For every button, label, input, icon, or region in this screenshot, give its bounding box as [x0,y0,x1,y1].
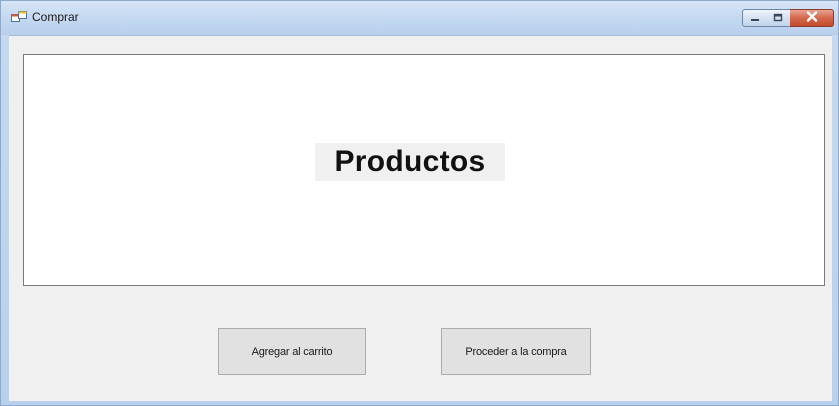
checkout-button[interactable]: Proceder a la compra [441,328,591,375]
minimize-button[interactable] [742,9,767,27]
products-heading: Productos [315,143,505,181]
app-window: Comprar Productos Agregar al carrito Pro… [0,0,839,406]
title-bar[interactable]: Comprar [1,1,838,35]
maximize-icon [773,9,783,27]
form-client-area: Productos Agregar al carrito Proceder a … [9,35,832,401]
products-panel: Productos [23,54,825,286]
close-icon [806,9,818,27]
form-icon[interactable] [11,11,27,25]
close-button[interactable] [790,9,834,27]
add-to-cart-button[interactable]: Agregar al carrito [218,328,366,375]
window-title: Comprar [32,10,79,24]
minimize-icon [750,9,760,27]
maximize-button[interactable] [766,9,791,27]
